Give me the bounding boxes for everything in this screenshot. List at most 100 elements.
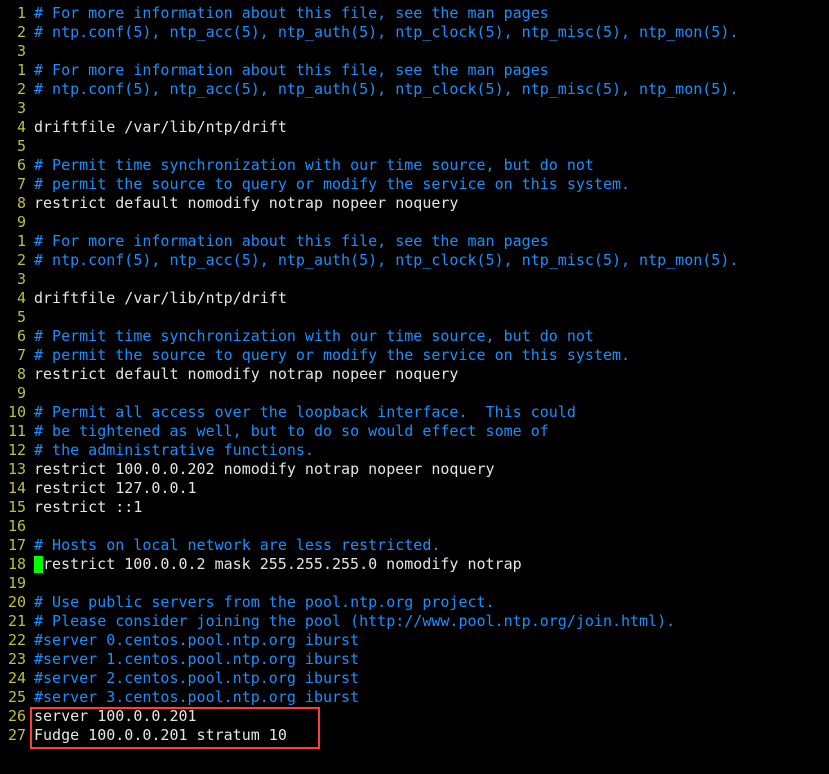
code-line[interactable]: 5 — [0, 308, 829, 327]
code-content[interactable]: # ntp.conf(5), ntp_acc(5), ntp_auth(5), … — [34, 23, 829, 42]
code-content[interactable]: # Permit time synchronization with our t… — [34, 327, 829, 346]
code-line[interactable]: 9 — [0, 213, 829, 232]
code-content[interactable] — [34, 384, 829, 403]
code-content[interactable]: driftfile /var/lib/ntp/drift — [34, 289, 829, 308]
code-line[interactable]: 22 #server 0.centos.pool.ntp.org iburst — [0, 631, 829, 650]
code-content[interactable] — [34, 99, 829, 118]
editor-viewport[interactable]: 1 # For more information about this file,… — [0, 0, 829, 745]
code-content[interactable]: #server 1.centos.pool.ntp.org iburst — [34, 650, 829, 669]
code-content[interactable] — [34, 270, 829, 289]
code-line[interactable]: 3 — [0, 270, 829, 289]
code-content[interactable]: # For more information about this file, … — [34, 232, 829, 251]
line-number: 22 — [0, 631, 28, 650]
code-text: restrict 100.0.0.2 mask 255.255.255.0 no… — [43, 555, 522, 573]
code-line[interactable]: 4driftfile /var/lib/ntp/drift — [0, 118, 829, 137]
code-content[interactable]: # ntp.conf(5), ntp_acc(5), ntp_auth(5), … — [34, 251, 829, 270]
line-number: 9 — [0, 384, 28, 403]
line-number: 15 — [0, 498, 28, 517]
code-text: restrict 100.0.0.202 nomodify notrap nop… — [34, 460, 495, 478]
code-line[interactable]: 26server 100.0.0.201 — [0, 707, 829, 726]
code-content[interactable] — [34, 574, 829, 593]
code-line[interactable]: 10# Permit all access over the loopback … — [0, 403, 829, 422]
line-number: 5 — [0, 308, 28, 327]
line-number: 19 — [0, 574, 28, 593]
code-content[interactable] — [34, 517, 829, 536]
code-text: restrict ::1 — [34, 498, 142, 516]
code-line[interactable]: 9 — [0, 384, 829, 403]
comment-text: # Permit time synchronization with our t… — [34, 156, 594, 174]
code-content[interactable]: # Use public servers from the pool.ntp.o… — [34, 593, 829, 612]
code-content[interactable]: # For more information about this file, … — [34, 4, 829, 23]
code-content[interactable]: # ntp.conf(5), ntp_acc(5), ntp_auth(5), … — [34, 80, 829, 99]
code-line[interactable]: 2 # ntp.conf(5), ntp_acc(5), ntp_auth(5),… — [0, 80, 829, 99]
comment-text: # ntp.conf(5), ntp_acc(5), ntp_auth(5), … — [34, 23, 738, 41]
code-line[interactable]: 16 — [0, 517, 829, 536]
code-line[interactable]: 25 #server 3.centos.pool.ntp.org iburst — [0, 688, 829, 707]
code-content[interactable]: Fudge 100.0.0.201 stratum 10 — [34, 726, 829, 745]
code-content[interactable]: driftfile /var/lib/ntp/drift — [34, 118, 829, 137]
code-line[interactable]: 4driftfile /var/lib/ntp/drift — [0, 289, 829, 308]
code-line[interactable]: 27Fudge 100.0.0.201 stratum 10 — [0, 726, 829, 745]
code-content[interactable] — [34, 42, 829, 61]
code-content[interactable]: #server 3.centos.pool.ntp.org iburst — [34, 688, 829, 707]
line-number: 25 — [0, 688, 28, 707]
code-content[interactable]: # Please consider joining the pool (http… — [34, 612, 829, 631]
code-content[interactable]: # permit the source to query or modify t… — [34, 346, 829, 365]
line-number: 7 — [0, 175, 28, 194]
code-line[interactable]: 8restrict default nomodify notrap nopeer… — [0, 194, 829, 213]
line-number: 2 — [0, 80, 28, 99]
code-content[interactable]: #server 0.centos.pool.ntp.org iburst — [34, 631, 829, 650]
code-content[interactable]: restrict 100.0.0.202 nomodify notrap nop… — [34, 460, 829, 479]
code-line[interactable]: 14restrict 127.0.0.1 — [0, 479, 829, 498]
code-line[interactable]: 6 # Permit time synchronization with our … — [0, 327, 829, 346]
code-line[interactable]: 1# For more information about this file,… — [0, 4, 829, 23]
code-line[interactable]: 6# Permit time synchronization with our … — [0, 156, 829, 175]
code-content[interactable]: restrict default nomodify notrap nopeer … — [34, 194, 829, 213]
code-line[interactable]: 7# permit the source to query or modify … — [0, 346, 829, 365]
code-content[interactable]: restrict 100.0.0.2 mask 255.255.255.0 no… — [34, 555, 829, 574]
line-number: 12 — [0, 441, 28, 460]
code-line[interactable]: 1# For more information about this file,… — [0, 232, 829, 251]
code-content[interactable]: #server 2.centos.pool.ntp.org iburst — [34, 669, 829, 688]
code-line[interactable]: 19 — [0, 574, 829, 593]
code-line[interactable]: 21# Please consider joining the pool (ht… — [0, 612, 829, 631]
cursor — [34, 556, 43, 573]
code-content[interactable]: # Permit all access over the loopback in… — [34, 403, 829, 422]
code-content[interactable]: server 100.0.0.201 — [34, 707, 829, 726]
code-content[interactable]: # For more information about this file, … — [34, 61, 829, 80]
code-line[interactable]: 5 — [0, 137, 829, 156]
code-text: restrict 127.0.0.1 — [34, 479, 197, 497]
code-line[interactable]: 24#server 2.centos.pool.ntp.org iburst — [0, 669, 829, 688]
code-line[interactable]: 3 — [0, 99, 829, 118]
line-number: 3 — [0, 42, 28, 61]
code-line[interactable]: 17# Hosts on local network are less rest… — [0, 536, 829, 555]
code-content[interactable]: # Permit time synchronization with our t… — [34, 156, 829, 175]
code-content[interactable] — [34, 308, 829, 327]
code-line[interactable]: 7 # permit the source to query or modify … — [0, 175, 829, 194]
code-content[interactable] — [34, 213, 829, 232]
code-line[interactable]: 18restrict 100.0.0.2 mask 255.255.255.0 … — [0, 555, 829, 574]
code-line[interactable]: 3 — [0, 42, 829, 61]
code-line[interactable]: 12 # the administrative functions. — [0, 441, 829, 460]
line-number: 2 — [0, 251, 28, 270]
code-content[interactable]: restrict 127.0.0.1 — [34, 479, 829, 498]
code-content[interactable]: # the administrative functions. — [34, 441, 829, 460]
code-line[interactable]: 8restrict default nomodify notrap nopeer… — [0, 365, 829, 384]
code-content[interactable]: # permit the source to query or modify t… — [34, 175, 829, 194]
line-number: 6 — [0, 327, 28, 346]
code-line[interactable]: 2# ntp.conf(5), ntp_acc(5), ntp_auth(5),… — [0, 23, 829, 42]
code-content[interactable] — [34, 137, 829, 156]
code-line[interactable]: 11# be tightened as well, but to do so w… — [0, 422, 829, 441]
code-content[interactable]: restrict ::1 — [34, 498, 829, 517]
code-line[interactable]: 20# Use public servers from the pool.ntp… — [0, 593, 829, 612]
code-line[interactable]: 23#server 1.centos.pool.ntp.org iburst — [0, 650, 829, 669]
code-content[interactable]: # Hosts on local network are less restri… — [34, 536, 829, 555]
code-content[interactable]: # be tightened as well, but to do so wou… — [34, 422, 829, 441]
code-content[interactable]: restrict default nomodify notrap nopeer … — [34, 365, 829, 384]
code-line[interactable]: 15 restrict ::1 — [0, 498, 829, 517]
code-line[interactable]: 2 # ntp.conf(5), ntp_acc(5), ntp_auth(5),… — [0, 251, 829, 270]
comment-text: # Use public servers from the pool.ntp.o… — [34, 593, 495, 611]
code-line[interactable]: 1 # For more information about this file,… — [0, 61, 829, 80]
code-line[interactable]: 13restrict 100.0.0.202 nomodify notrap n… — [0, 460, 829, 479]
line-number: 1 — [0, 61, 28, 80]
